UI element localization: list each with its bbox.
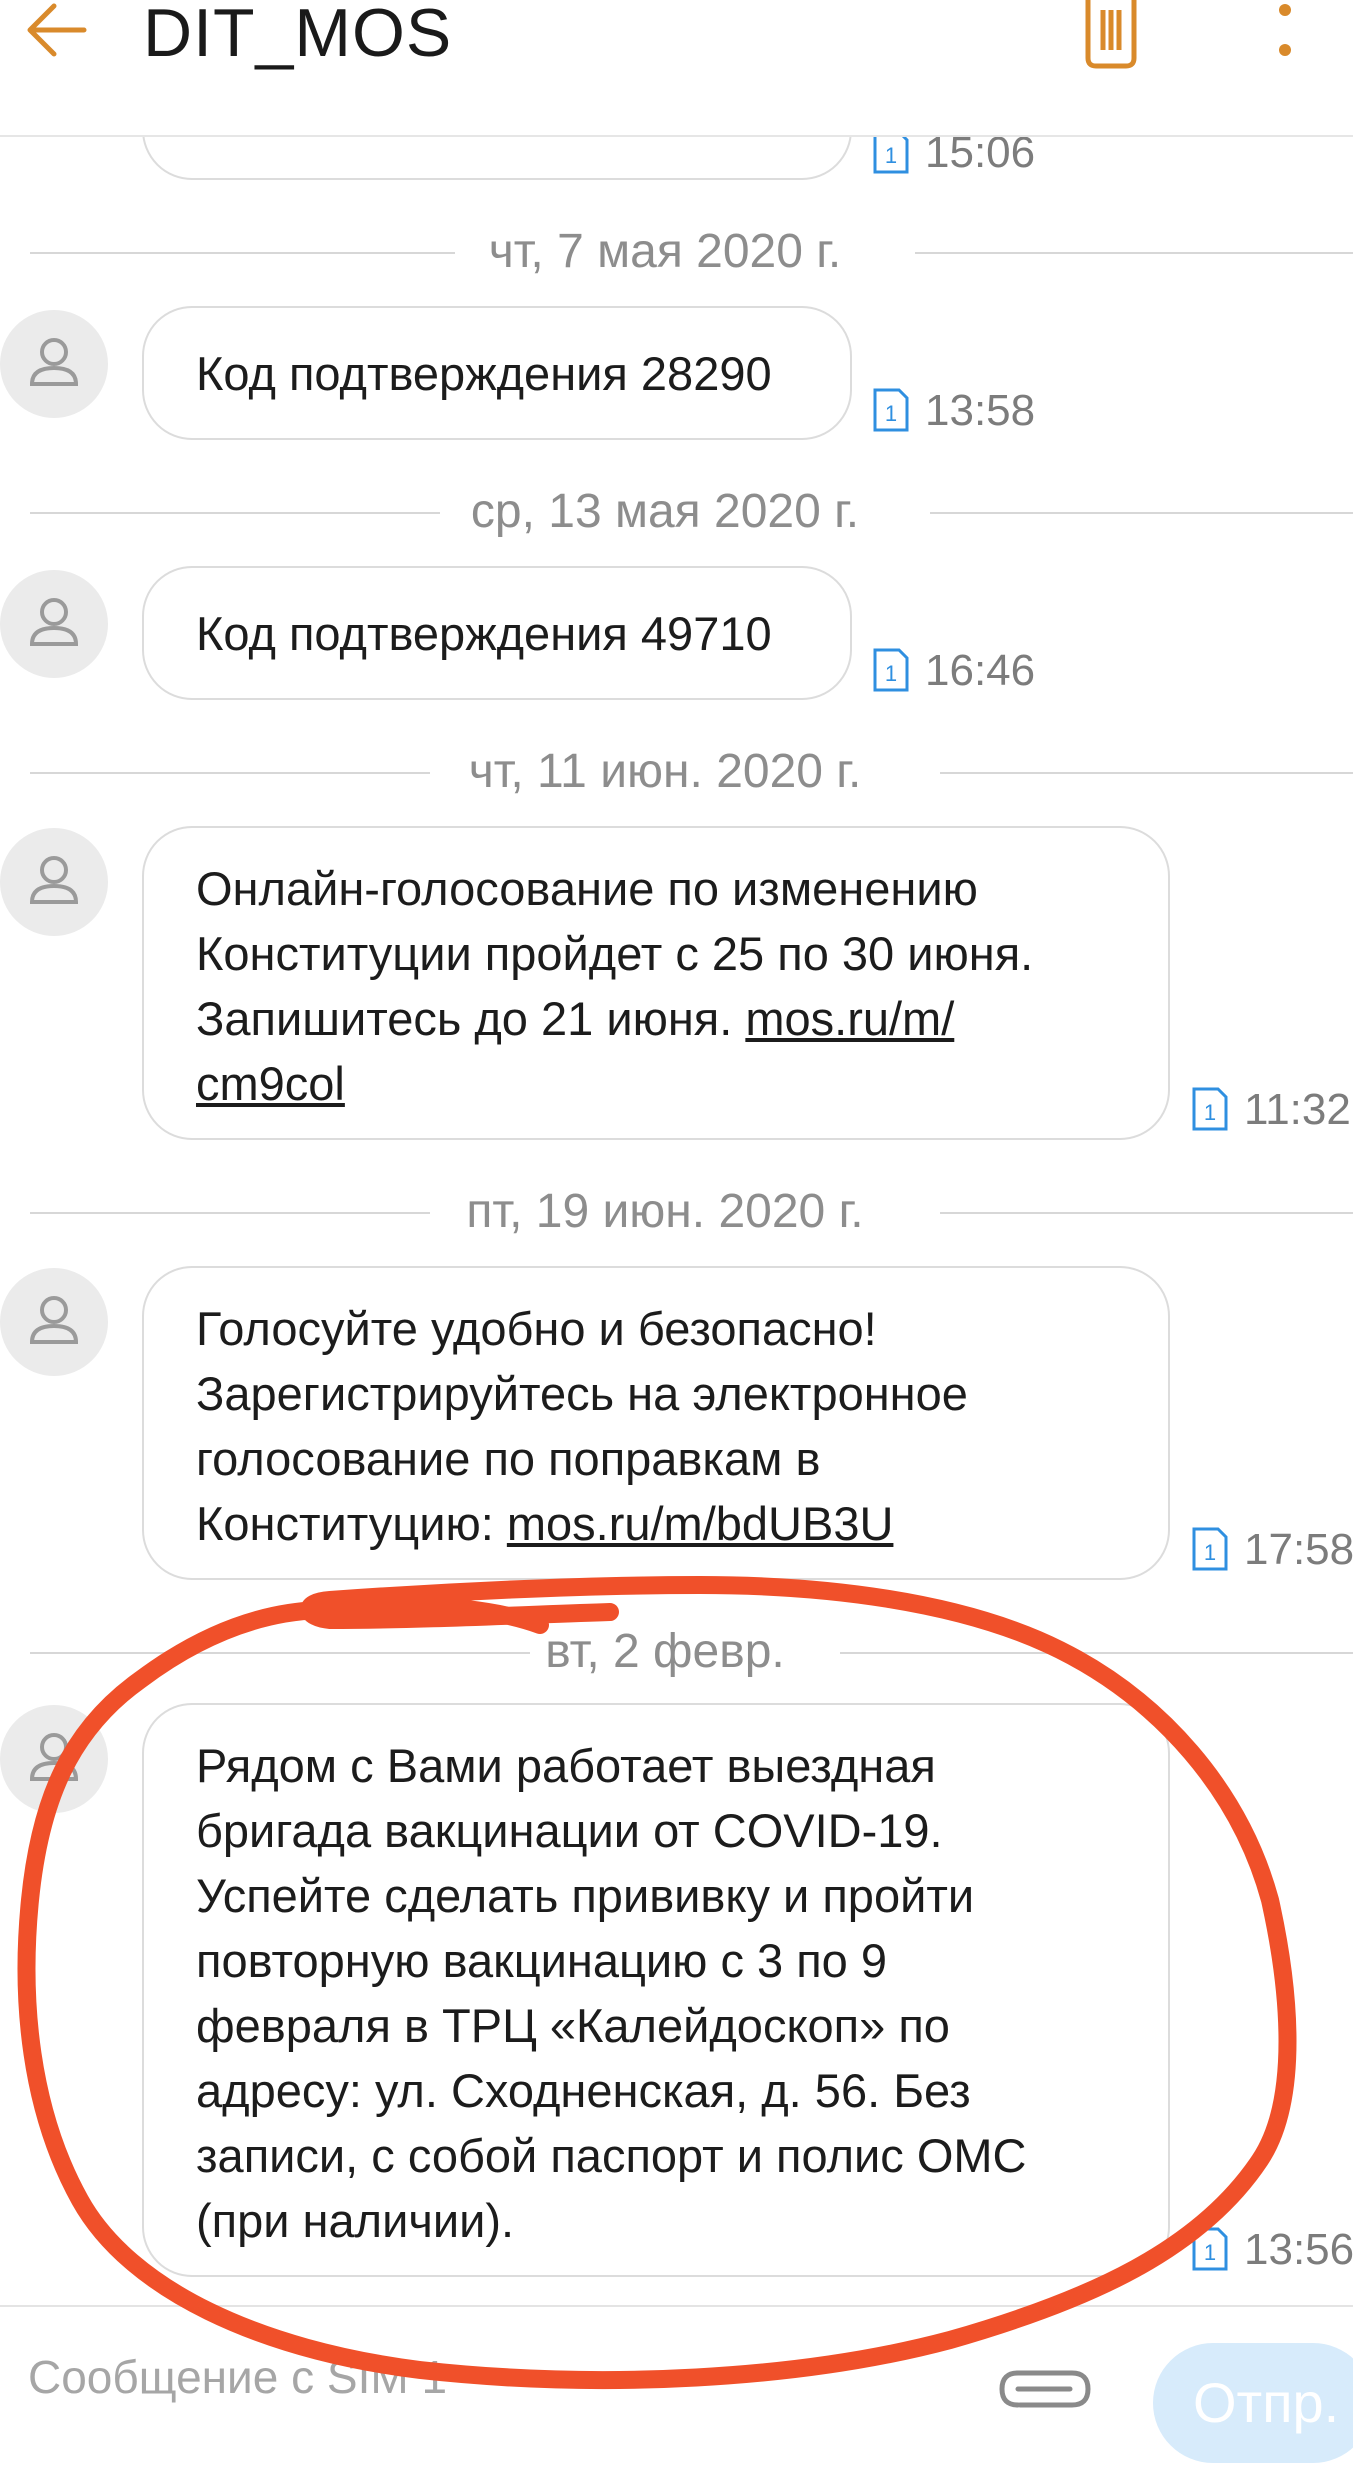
more-options-button[interactable] — [1260, 0, 1310, 70]
person-icon — [29, 338, 79, 386]
message-bubble[interactable]: Голосуйте удобно и безопасно! Зарегистри… — [142, 1266, 1170, 1580]
message-input[interactable]: Сообщение с SIM 1 — [28, 2347, 447, 2407]
delete-button[interactable] — [1080, 0, 1142, 70]
back-button[interactable] — [22, 0, 92, 80]
person-icon — [29, 856, 79, 904]
conversation-list[interactable]: 1 15:06 чт, 7 мая 2020 г. Код подтвержде… — [0, 0, 1353, 2300]
avatar[interactable] — [0, 1268, 108, 1376]
date-label: вт, 2 февр. — [545, 1625, 785, 1678]
sim-1-icon: 1 — [1192, 2227, 1228, 2271]
message-bubble[interactable]: Код подтверждения 28290 — [142, 306, 852, 440]
message-time: 11:32 — [1244, 1085, 1351, 1134]
avatar[interactable] — [0, 828, 108, 936]
sim-1-icon: 1 — [1192, 1087, 1228, 1131]
date-separator: чт, 7 мая 2020 г. — [30, 222, 1353, 282]
message-time: 13:58 — [925, 386, 1036, 435]
send-button[interactable]: Отпр. — [1153, 2343, 1353, 2463]
app-header: DIT_MOS — [0, 0, 1353, 137]
date-separator: пт, 19 июн. 2020 г. — [30, 1182, 1353, 1242]
date-separator: вт, 2 февр. — [30, 1622, 1353, 1682]
message-text: Онлайн-голосование по изменению Конститу… — [196, 856, 1128, 1116]
date-label: чт, 11 июн. 2020 г. — [468, 745, 862, 798]
compose-bar: Сообщение с SIM 1 Отпр. — [0, 2305, 1353, 2491]
person-icon — [29, 598, 79, 646]
sim-1-icon: 1 — [873, 648, 909, 692]
date-separator: ср, 13 мая 2020 г. — [30, 482, 1353, 542]
person-icon — [29, 1733, 79, 1781]
svg-text:1: 1 — [1204, 1100, 1216, 1125]
more-vertical-icon — [1279, 4, 1291, 56]
sim-1-icon: 1 — [1192, 1527, 1228, 1571]
message-time: 17:58 — [1244, 1525, 1353, 1574]
person-icon — [29, 1296, 79, 1344]
message-text: Код подтверждения 28290 — [196, 347, 772, 400]
svg-text:1: 1 — [885, 401, 897, 426]
date-label: пт, 19 июн. 2020 г. — [466, 1185, 864, 1238]
message-time: 16:46 — [925, 646, 1036, 695]
avatar[interactable] — [0, 310, 108, 418]
avatar[interactable] — [0, 570, 108, 678]
message-bubble[interactable]: Онлайн-голосование по изменению Конститу… — [142, 826, 1170, 1140]
date-separator: чт, 11 июн. 2020 г. — [30, 742, 1353, 802]
date-label: чт, 7 мая 2020 г. — [488, 225, 842, 278]
message-text: Код подтверждения 49710 — [196, 607, 772, 660]
message-time: 13:56 — [1244, 2225, 1353, 2274]
svg-text:1: 1 — [885, 661, 897, 686]
svg-text:1: 1 — [885, 143, 897, 168]
conversation-title: DIT_MOS — [143, 0, 453, 71]
message-bubble[interactable]: Код подтверждения 49710 — [142, 566, 852, 700]
svg-text:1: 1 — [1204, 2240, 1216, 2265]
avatar[interactable] — [0, 1705, 108, 1813]
message-link[interactable]: mos.ru/m/bdUB3U — [507, 1497, 894, 1550]
message-text: Рядом с Вами работает выездная бригада в… — [196, 1739, 1027, 2247]
trash-icon — [1085, 0, 1137, 69]
sim-1-icon: 1 — [873, 388, 909, 432]
paperclip-icon — [999, 2370, 1091, 2408]
message-bubble[interactable]: Рядом с Вами работает выездная бригада в… — [142, 1703, 1170, 2277]
arrow-left-icon — [27, 3, 87, 57]
message-text: Голосуйте удобно и безопасно! Зарегистри… — [196, 1296, 1128, 1556]
date-label: ср, 13 мая 2020 г. — [470, 485, 860, 538]
attach-button[interactable] — [990, 2359, 1100, 2419]
svg-text:1: 1 — [1204, 1540, 1216, 1565]
